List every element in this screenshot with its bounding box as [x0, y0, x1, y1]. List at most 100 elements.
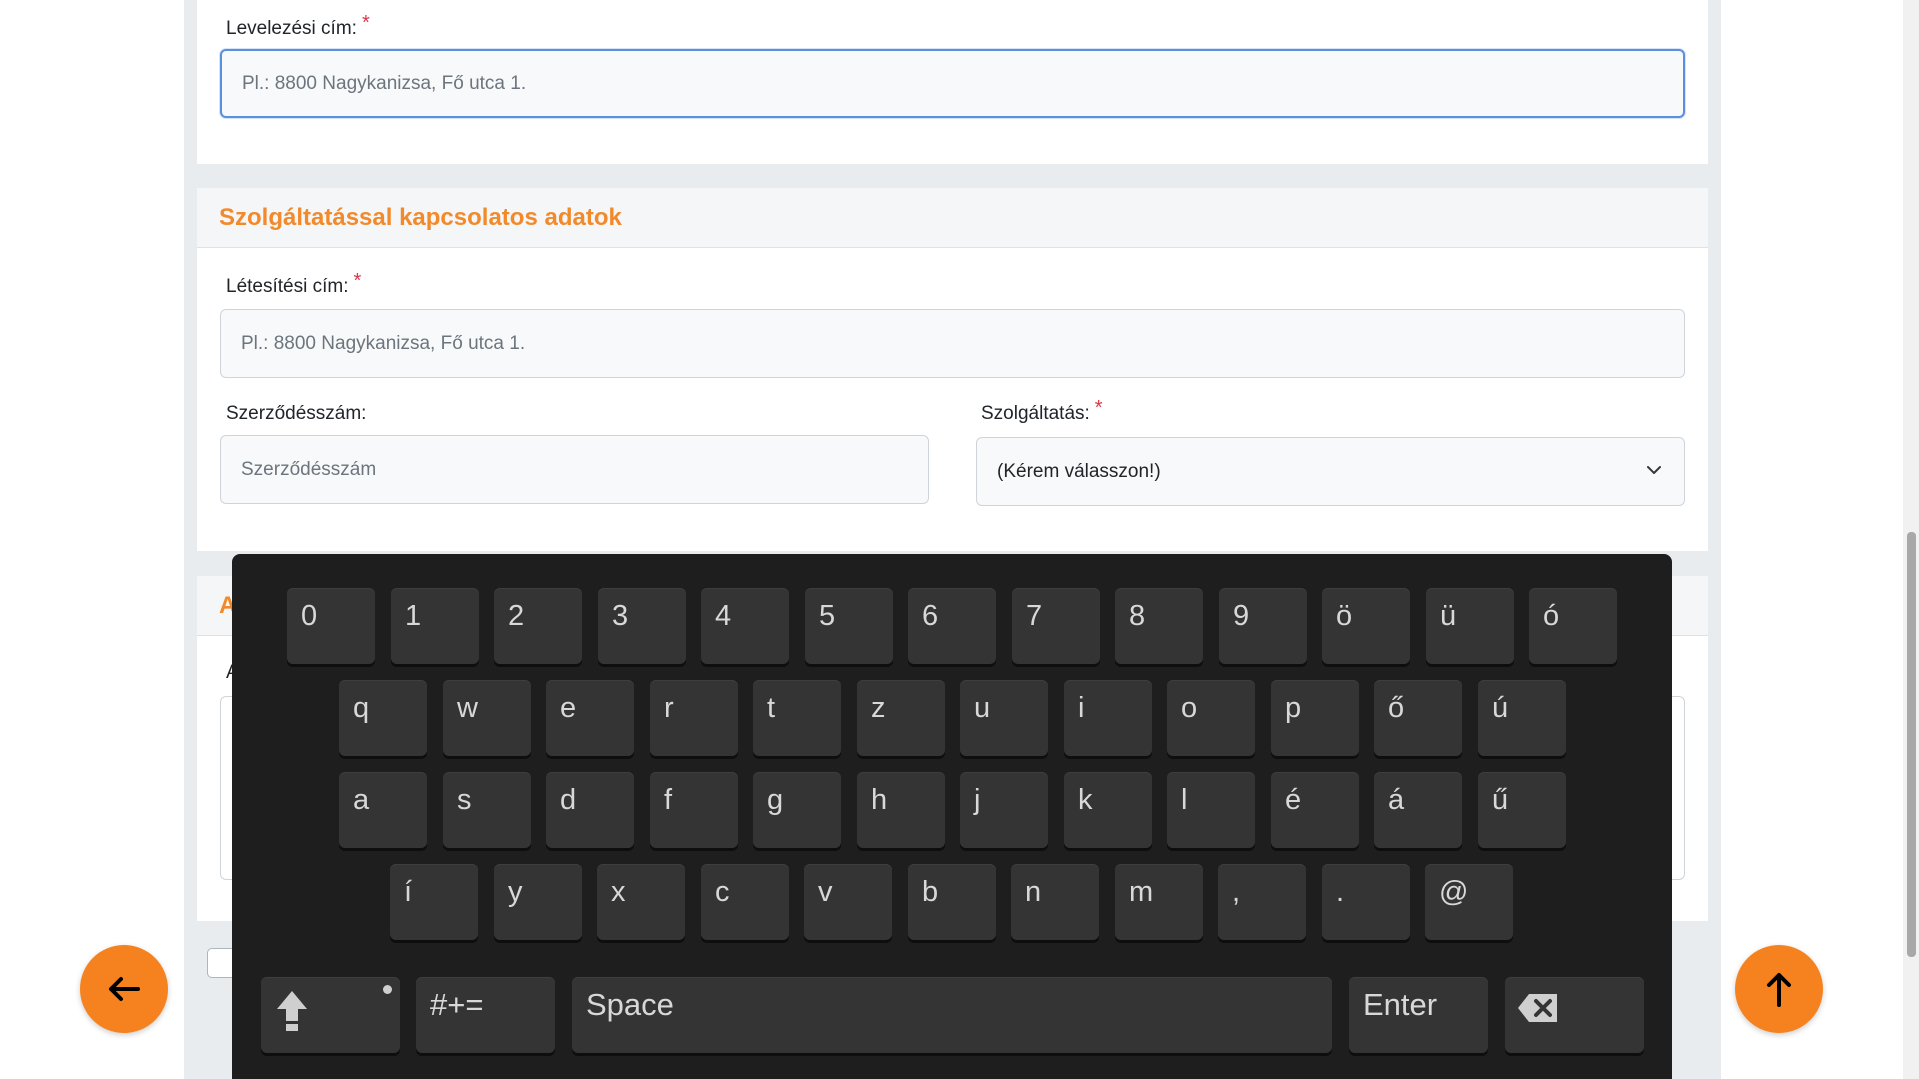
key-label: r [664, 692, 674, 724]
key-3-1[interactable]: y [494, 864, 582, 940]
key-label: ö [1336, 600, 1353, 632]
key-0-11[interactable]: ü [1426, 588, 1514, 664]
back-button[interactable] [80, 945, 168, 1033]
key-0-12[interactable]: ó [1529, 588, 1617, 664]
arrow-left-icon [109, 977, 140, 1001]
key-label: j [974, 784, 981, 816]
key-1-9[interactable]: p [1271, 680, 1359, 756]
key-0-7[interactable]: 7 [1012, 588, 1100, 664]
key-2-0[interactable]: a [339, 772, 427, 848]
key-label: v [818, 876, 833, 908]
contract-number-input[interactable] [220, 435, 929, 504]
key-0-0[interactable]: 0 [287, 588, 375, 664]
shift-icon [277, 991, 307, 1031]
key-3-6[interactable]: n [1011, 864, 1099, 940]
key-label: d [560, 784, 577, 816]
key-3-0[interactable]: í [390, 864, 478, 940]
key-label: . [1336, 876, 1345, 908]
service-label: Szolgáltatás: * [981, 397, 1103, 424]
symbols-key[interactable]: #+= [416, 977, 555, 1053]
key-1-10[interactable]: ő [1374, 680, 1462, 756]
key-label: , [1232, 876, 1241, 908]
key-label: f [664, 784, 673, 816]
key-label: ő [1388, 692, 1405, 724]
key-2-3[interactable]: f [650, 772, 738, 848]
key-label: q [353, 692, 370, 724]
key-label: 8 [1129, 600, 1146, 632]
install-address-label: Létesítési cím: * [226, 270, 362, 297]
key-label: 1 [405, 600, 422, 632]
shift-key[interactable] [261, 977, 400, 1053]
key-0-6[interactable]: 6 [908, 588, 996, 664]
key-2-1[interactable]: s [443, 772, 531, 848]
key-3-9[interactable]: . [1322, 864, 1410, 940]
scrollbar-thumb[interactable] [1907, 532, 1916, 957]
key-1-8[interactable]: o [1167, 680, 1255, 756]
required-mark: * [353, 270, 362, 292]
key-label: k [1078, 784, 1093, 816]
key-label: 2 [508, 600, 525, 632]
key-0-10[interactable]: ö [1322, 588, 1410, 664]
chevron-down-icon [1647, 466, 1661, 474]
key-0-4[interactable]: 4 [701, 588, 789, 664]
enter-key-label: Enter [1363, 987, 1438, 1022]
key-1-11[interactable]: ú [1478, 680, 1566, 756]
service-data-title: Szolgáltatással kapcsolatos adatok [219, 204, 622, 231]
shift-indicator [383, 985, 392, 994]
key-label: c [715, 876, 730, 908]
key-3-10[interactable]: @ [1425, 864, 1513, 940]
key-2-7[interactable]: k [1064, 772, 1152, 848]
key-1-4[interactable]: t [753, 680, 841, 756]
key-1-5[interactable]: z [857, 680, 945, 756]
key-1-3[interactable]: r [650, 680, 738, 756]
key-2-9[interactable]: é [1271, 772, 1359, 848]
key-label: 7 [1026, 600, 1043, 632]
scroll-top-button[interactable] [1735, 945, 1823, 1033]
backspace-key[interactable] [1505, 977, 1644, 1053]
page-scrollbar[interactable] [1903, 0, 1919, 1079]
key-3-2[interactable]: x [597, 864, 685, 940]
space-key-label: Space [586, 987, 674, 1022]
service-select[interactable]: (Kérem válasszon!) [976, 437, 1685, 506]
key-label: t [767, 692, 776, 724]
key-0-5[interactable]: 5 [805, 588, 893, 664]
key-0-8[interactable]: 8 [1115, 588, 1203, 664]
key-0-2[interactable]: 2 [494, 588, 582, 664]
key-label: 5 [819, 600, 836, 632]
key-label: á [1388, 784, 1405, 816]
screen: Levelezési cím:* Szolgáltatással kapcsol… [0, 0, 1919, 1079]
enter-key[interactable]: Enter [1349, 977, 1488, 1053]
key-2-8[interactable]: l [1167, 772, 1255, 848]
space-key[interactable]: Space [572, 977, 1332, 1053]
key-1-0[interactable]: q [339, 680, 427, 756]
contract-number-label: Szerződésszám: [226, 403, 367, 424]
required-mark: * [1094, 397, 1103, 419]
virtual-keyboard: #+= Space Enter 0 1 2 3 4 5 6 7 8 9 ö ü ó q w e r t z u i o p ő… [232, 554, 1672, 1079]
key-1-2[interactable]: e [546, 680, 634, 756]
key-1-1[interactable]: w [443, 680, 531, 756]
key-3-7[interactable]: m [1115, 864, 1203, 940]
key-0-3[interactable]: 3 [598, 588, 686, 664]
key-2-5[interactable]: h [857, 772, 945, 848]
key-3-5[interactable]: b [908, 864, 996, 940]
key-label: a [353, 784, 370, 816]
mailing-address-label: Levelezési cím: * [226, 12, 370, 39]
key-1-7[interactable]: i [1064, 680, 1152, 756]
key-3-4[interactable]: v [804, 864, 892, 940]
key-3-8[interactable]: , [1218, 864, 1306, 940]
key-0-1[interactable]: 1 [391, 588, 479, 664]
key-2-10[interactable]: á [1374, 772, 1462, 848]
key-3-3[interactable]: c [701, 864, 789, 940]
key-label: ú [1492, 692, 1509, 724]
key-1-6[interactable]: u [960, 680, 1048, 756]
install-address-input[interactable] [220, 309, 1685, 378]
key-2-6[interactable]: j [960, 772, 1048, 848]
key-label: p [1285, 692, 1302, 724]
service-select-value: (Kérem válasszon!) [997, 461, 1161, 482]
key-2-2[interactable]: d [546, 772, 634, 848]
key-0-9[interactable]: 9 [1219, 588, 1307, 664]
key-label: 9 [1233, 600, 1250, 632]
mailing-address-input[interactable] [220, 49, 1685, 118]
key-2-11[interactable]: ű [1478, 772, 1566, 848]
key-2-4[interactable]: g [753, 772, 841, 848]
